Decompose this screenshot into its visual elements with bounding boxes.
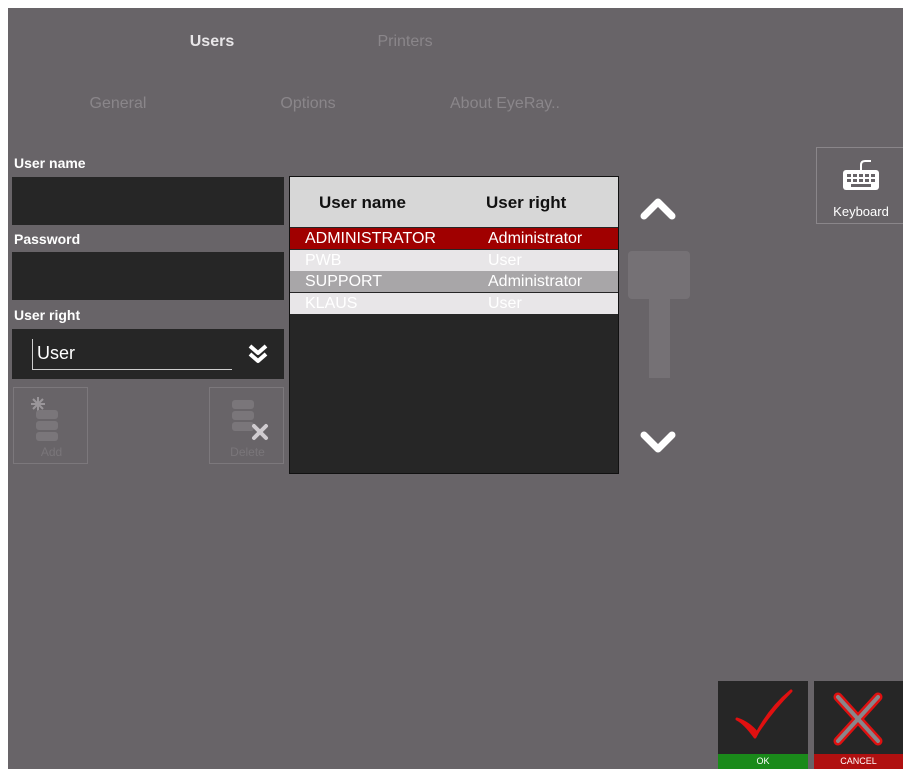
tab-general[interactable]: General <box>68 95 168 113</box>
tab-printers[interactable]: Printers <box>365 33 445 51</box>
keyboard-icon <box>843 160 879 190</box>
cancel-button[interactable]: CANCEL <box>814 681 903 769</box>
username-label: User name <box>14 155 86 171</box>
table-row[interactable]: SUPPORT Administrator <box>290 271 618 292</box>
scroll-up-icon[interactable] <box>640 194 676 220</box>
ok-label: OK <box>718 754 808 769</box>
delete-database-icon <box>232 400 268 440</box>
table-header: User name User right <box>290 177 618 227</box>
settings-window: Users Printers General Options About Eye… <box>8 8 903 769</box>
tab-options[interactable]: Options <box>258 95 358 113</box>
cell-user-right: User <box>488 295 522 312</box>
password-field[interactable] <box>12 252 284 300</box>
tab-users[interactable]: Users <box>172 33 252 51</box>
add-label: Add <box>40 445 63 459</box>
add-database-icon <box>31 397 58 441</box>
keyboard-button[interactable]: Keyboard <box>816 147 903 224</box>
cancel-label: CANCEL <box>814 754 903 769</box>
ok-button[interactable]: OK <box>718 681 808 769</box>
keyboard-label: Keyboard <box>833 204 889 219</box>
column-header-user-right: User right <box>486 193 567 212</box>
cell-user-right: User <box>488 252 522 269</box>
delete-label: Delete <box>230 445 265 459</box>
user-right-label: User right <box>14 307 81 323</box>
cell-user-name: ADMINISTRATOR <box>305 230 436 247</box>
column-header-user-name: User name <box>319 193 406 212</box>
username-field[interactable] <box>12 177 284 225</box>
add-user-button[interactable]: Add <box>13 387 88 464</box>
cell-user-name: PWB <box>305 252 342 269</box>
cell-user-right: Administrator <box>488 273 583 290</box>
table-row[interactable]: KLAUS User <box>290 293 618 314</box>
double-chevron-down-icon[interactable] <box>247 343 269 365</box>
password-label: Password <box>14 231 81 247</box>
user-right-value: User <box>32 339 232 370</box>
delete-user-button[interactable]: Delete <box>209 387 284 464</box>
close-icon <box>833 692 883 746</box>
table-row[interactable]: ADMINISTRATOR Administrator <box>290 228 618 249</box>
tab-about[interactable]: About EyeRay.. <box>440 95 570 113</box>
user-table: User name User right ADMINISTRATOR Admini… <box>289 176 619 474</box>
cell-user-name: SUPPORT <box>305 273 383 290</box>
scrollbar-thumb[interactable] <box>628 251 690 299</box>
cell-user-right: Administrator <box>488 230 583 247</box>
scroll-down-icon[interactable] <box>640 430 676 456</box>
checkmark-icon <box>735 689 793 739</box>
cell-user-name: KLAUS <box>305 295 358 312</box>
user-right-dropdown[interactable]: User <box>12 329 284 379</box>
scrollbar-track[interactable] <box>649 299 670 378</box>
table-row[interactable]: PWB User <box>290 250 618 271</box>
